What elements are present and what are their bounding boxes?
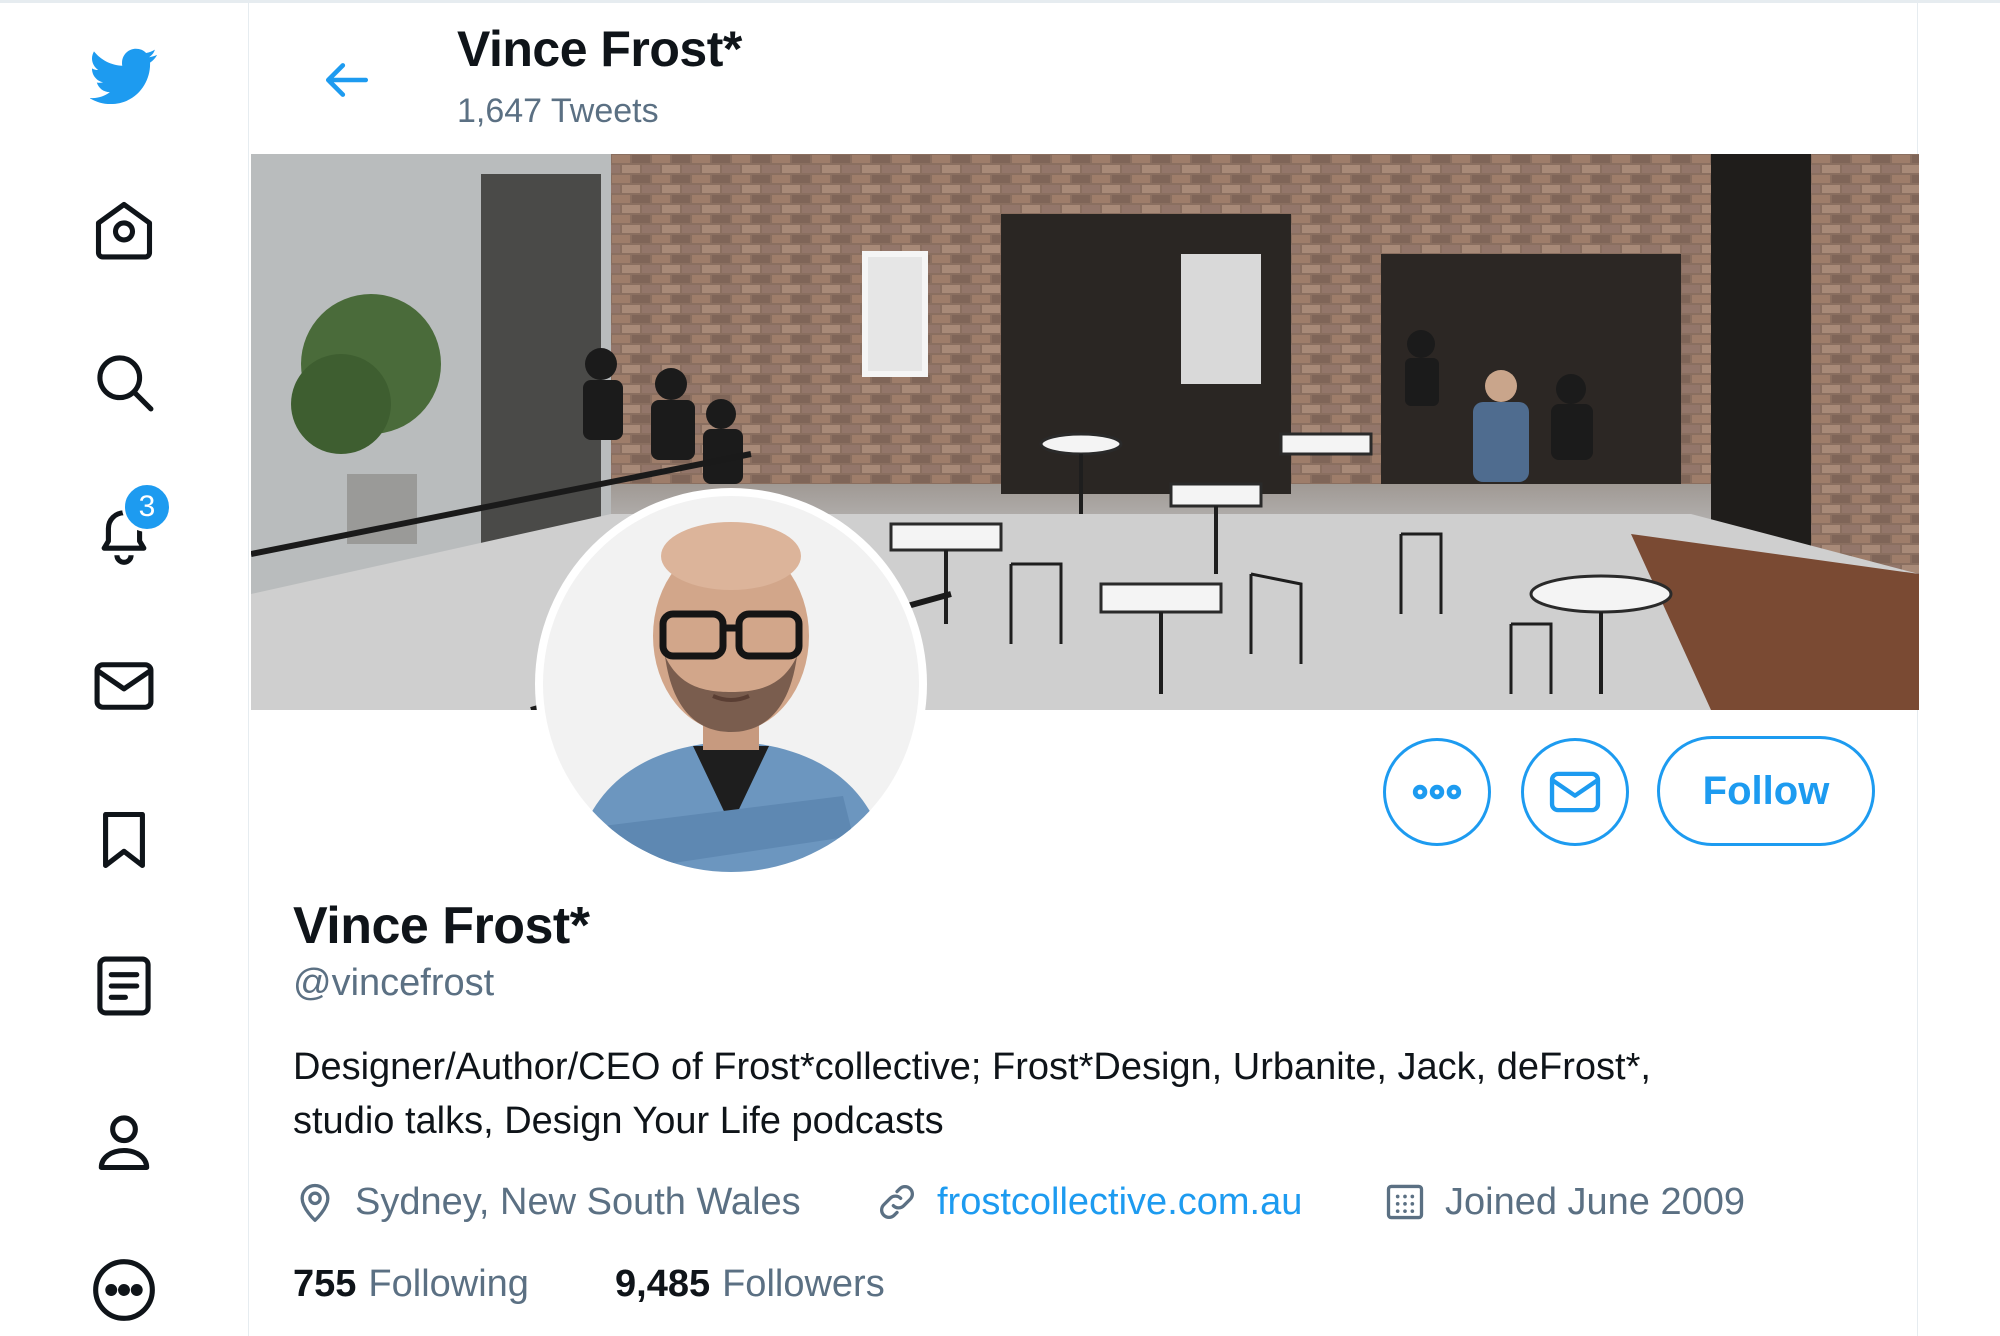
- nav-messages[interactable]: [84, 646, 164, 726]
- back-button[interactable]: [311, 44, 383, 116]
- tweet-count: 1,647 Tweets: [457, 92, 659, 130]
- profile-icon: [98, 1115, 150, 1171]
- following-count: 755: [293, 1262, 357, 1305]
- nav-more[interactable]: [84, 1250, 164, 1330]
- notification-badge: 3: [122, 482, 172, 532]
- list-icon: [97, 956, 151, 1016]
- home-icon: [95, 201, 153, 260]
- nav-profile[interactable]: [84, 1102, 164, 1182]
- twitter-logo-button[interactable]: [84, 36, 164, 116]
- bookmark-icon: [103, 811, 145, 869]
- avatar-photo: [543, 496, 919, 872]
- banner-photo: [251, 154, 1919, 710]
- avatar: [543, 496, 919, 872]
- search-icon: [97, 355, 154, 412]
- joined-text: Joined June 2009: [1445, 1180, 1746, 1223]
- banner-image[interactable]: [251, 154, 1919, 710]
- calendar-icon: [1386, 1184, 1424, 1220]
- more-options-button[interactable]: [1383, 738, 1491, 846]
- arrow-left-icon: [325, 63, 369, 97]
- more-icon: [93, 1259, 155, 1321]
- profile-column: Vince Frost* 1,647 Tweets Follow Vince F…: [248, 0, 1919, 1336]
- nav-bookmarks[interactable]: [84, 800, 164, 880]
- twitter-bird-icon: [90, 48, 157, 105]
- followers-link[interactable]: 9,485 Followers: [615, 1256, 885, 1312]
- nav-lists[interactable]: [84, 946, 164, 1026]
- mail-icon: [94, 662, 154, 710]
- profile-handle: @vincefrost: [293, 962, 495, 1004]
- profile-header: Vince Frost* 1,647 Tweets: [249, 0, 1919, 154]
- link-icon: [880, 1185, 914, 1219]
- profile-name: Vince Frost*: [293, 897, 590, 955]
- bio-line: studio talks, Design Your Life podcasts: [293, 1100, 944, 1142]
- location-pin-icon: [300, 1183, 330, 1222]
- website-item: frostcollective.com.au: [875, 1176, 1302, 1228]
- ellipsis-icon: [1412, 784, 1462, 800]
- website-link[interactable]: frostcollective.com.au: [937, 1181, 1302, 1224]
- message-button[interactable]: [1521, 738, 1629, 846]
- follow-button[interactable]: Follow: [1657, 736, 1875, 846]
- profile-bio: Designer/Author/CEO of Frost*collective;…: [293, 1040, 1853, 1148]
- nav-explore[interactable]: [84, 342, 164, 422]
- profile-avatar[interactable]: [535, 488, 927, 880]
- mail-icon: [1549, 771, 1601, 813]
- nav-home[interactable]: [84, 190, 164, 270]
- location-text: Sydney, New South Wales: [355, 1180, 801, 1223]
- header-title: Vince Frost*: [457, 21, 742, 77]
- following-label: Following: [368, 1262, 529, 1305]
- location-item: Sydney, New South Wales: [293, 1176, 801, 1228]
- bio-line: Designer/Author/CEO of Frost*collective;…: [293, 1046, 1651, 1088]
- left-nav: 3: [0, 0, 248, 1336]
- followers-count: 9,485: [615, 1262, 711, 1305]
- followers-label: Followers: [722, 1262, 885, 1305]
- following-link[interactable]: 755 Following: [293, 1256, 529, 1312]
- joined-item: Joined June 2009: [1383, 1176, 1745, 1228]
